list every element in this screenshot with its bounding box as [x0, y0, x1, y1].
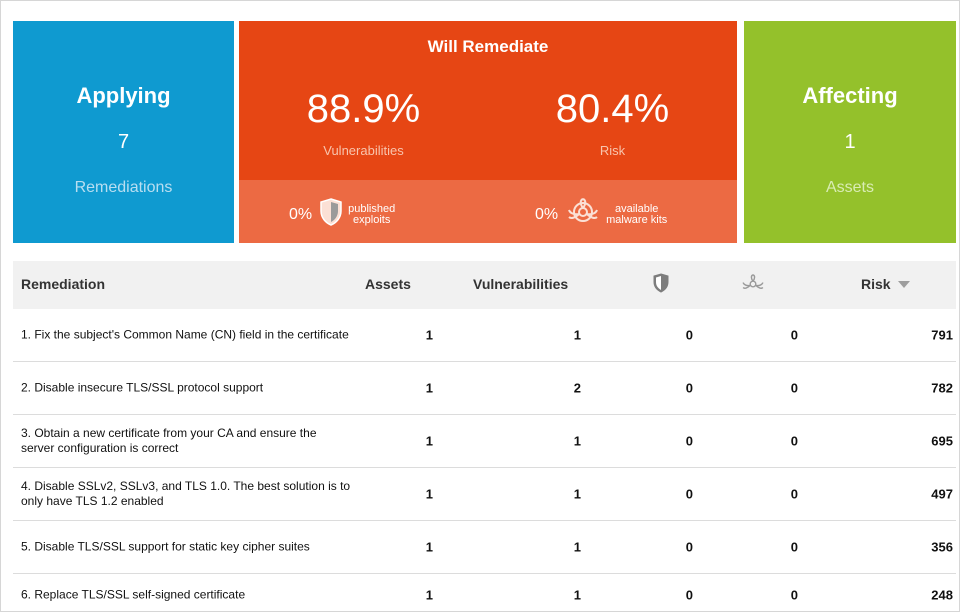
exploits-cell: 0: [685, 380, 693, 396]
assets-cell: 1: [425, 587, 433, 603]
affecting-label: Assets: [825, 179, 874, 196]
exploits-percent: 0%: [289, 205, 313, 223]
malware-cell: 0: [790, 327, 798, 343]
applying-count: 7: [117, 131, 130, 153]
malware-cell: 0: [790, 433, 798, 449]
exploits-cell: 0: [685, 327, 693, 343]
header-risk[interactable]: Risk: [861, 276, 911, 292]
applying-label: Remediations: [74, 179, 173, 196]
risk-cell: 356: [931, 539, 953, 555]
risk-cell: 791: [931, 327, 953, 343]
vulnerabilities-cell: 1: [573, 587, 581, 603]
vulnerabilities-label: Vulnerabilities: [323, 143, 404, 158]
table-row[interactable]: 2. Disable insecure TLS/SSL protocol sup…: [13, 362, 956, 415]
assets-cell: 1: [425, 380, 433, 396]
header-malware[interactable]: [741, 274, 765, 297]
affecting-card: Affecting 1 Assets: [744, 21, 956, 243]
table-row[interactable]: 3. Obtain a new certificate from your CA…: [13, 415, 956, 468]
remediation-summary-panel: Applying 7 Remediations Will Remediate 8…: [0, 0, 960, 612]
applying-card: Applying 7 Remediations: [13, 21, 234, 243]
exploits-cell: 0: [685, 539, 693, 555]
remediation-cell[interactable]: 6. Replace TLS/SSL self-signed certifica…: [21, 588, 351, 603]
exploits-cell: 0: [685, 587, 693, 603]
vulnerabilities-metric: 88.9% Vulnerabilities: [239, 87, 488, 158]
assets-cell: 1: [425, 539, 433, 555]
vulnerabilities-cell: 1: [573, 539, 581, 555]
table-row[interactable]: 4. Disable SSLv2, SSLv3, and TLS 1.0. Th…: [13, 468, 956, 521]
risk-label: Risk: [599, 143, 626, 158]
malware-cell: 0: [790, 486, 798, 502]
remediation-cell[interactable]: 5. Disable TLS/SSL support for static ke…: [21, 540, 351, 555]
assets-cell: 1: [425, 327, 433, 343]
remediation-cell[interactable]: 3. Obtain a new certificate from your CA…: [21, 426, 351, 456]
will-remediate-footer: 0% published exploits 0% available malwa…: [239, 180, 737, 243]
table-row[interactable]: 5. Disable TLS/SSL support for static ke…: [13, 521, 956, 574]
exploits-label: published exploits: [348, 203, 395, 226]
risk-cell: 497: [931, 486, 953, 502]
will-remediate-card: Will Remediate 88.9% Vulnerabilities 80.…: [239, 21, 737, 243]
vulnerabilities-cell: 1: [573, 433, 581, 449]
affecting-title: Affecting: [802, 83, 898, 108]
published-exploits-stat: 0% published exploits: [289, 198, 395, 231]
applying-title: Applying: [76, 83, 171, 108]
risk-metric: 80.4% Risk: [488, 87, 737, 158]
exploits-cell: 0: [685, 433, 693, 449]
table-row[interactable]: 6. Replace TLS/SSL self-signed certifica…: [13, 574, 956, 612]
vulnerabilities-cell: 2: [573, 380, 581, 396]
malware-cell: 0: [790, 380, 798, 396]
table-row[interactable]: 1. Fix the subject's Common Name (CN) fi…: [13, 309, 956, 362]
header-risk-label: Risk: [861, 276, 891, 292]
malware-kits-stat: 0% available malware kits: [535, 198, 667, 231]
shield-icon: [320, 198, 342, 231]
vulnerabilities-percent: 88.9%: [306, 87, 421, 131]
exploits-cell: 0: [685, 486, 693, 502]
risk-cell: 695: [931, 433, 953, 449]
biohazard-icon: [566, 198, 600, 231]
risk-cell: 248: [931, 587, 953, 603]
malware-label: available malware kits: [606, 203, 668, 226]
exploits-label-line2: exploits: [353, 213, 391, 226]
remediation-cell[interactable]: 1. Fix the subject's Common Name (CN) fi…: [21, 328, 351, 343]
malware-cell: 0: [790, 587, 798, 603]
risk-percent: 80.4%: [555, 87, 670, 131]
remediation-cell[interactable]: 2. Disable insecure TLS/SSL protocol sup…: [21, 381, 351, 396]
table-header: Remediation Assets Vulnerabilities Risk: [13, 261, 956, 309]
malware-label-line2: malware kits: [606, 213, 668, 226]
sort-descending-icon: [894, 276, 911, 292]
affecting-count: 1: [844, 131, 856, 153]
biohazard-icon: [741, 274, 765, 297]
assets-cell: 1: [425, 486, 433, 502]
header-exploits[interactable]: [653, 273, 669, 296]
remediation-cell[interactable]: 4. Disable SSLv2, SSLv3, and TLS 1.0. Th…: [21, 479, 351, 509]
will-remediate-title: Will Remediate: [427, 37, 549, 56]
shield-icon: [653, 273, 669, 296]
malware-percent: 0%: [535, 205, 559, 223]
assets-cell: 1: [425, 433, 433, 449]
vulnerabilities-cell: 1: [573, 327, 581, 343]
header-vulnerabilities[interactable]: Vulnerabilities: [473, 276, 568, 292]
malware-cell: 0: [790, 539, 798, 555]
vulnerabilities-cell: 1: [573, 486, 581, 502]
header-assets[interactable]: Assets: [365, 276, 411, 292]
risk-cell: 782: [931, 380, 953, 396]
header-remediation[interactable]: Remediation: [21, 276, 105, 292]
